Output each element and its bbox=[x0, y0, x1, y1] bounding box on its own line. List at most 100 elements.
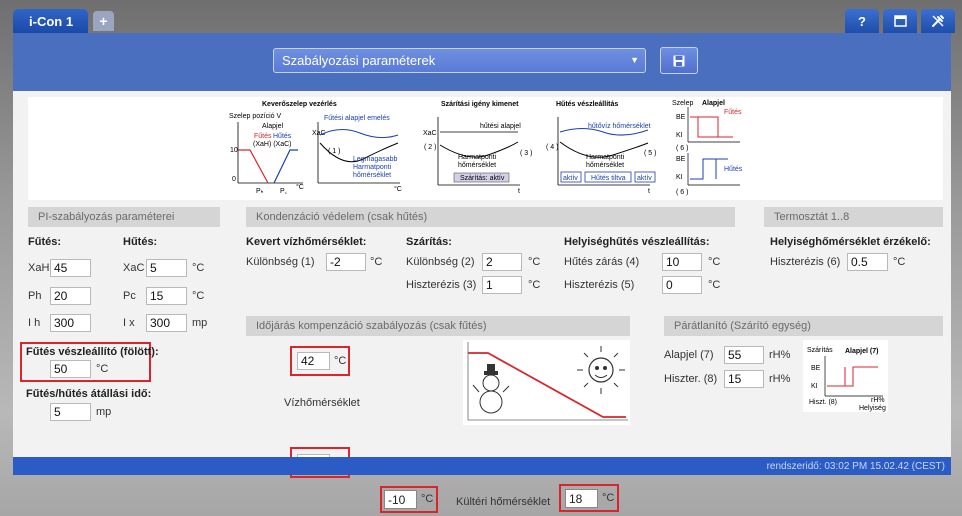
condensation-section-title: Kondenzáció védelem (csak hűtés) bbox=[256, 211, 428, 223]
d3-homerseklet: hőmérséklet bbox=[586, 162, 624, 169]
xac-input[interactable]: 5 bbox=[146, 259, 187, 277]
ic-input[interactable]: 300 bbox=[146, 314, 187, 332]
sun-icon bbox=[577, 346, 625, 394]
weather-section-title: Időjárás kompenzáció szabályozás (csak f… bbox=[256, 320, 487, 332]
help-button[interactable]: ? bbox=[845, 9, 879, 33]
pi-section-header: PI-szabályozás paraméterei bbox=[28, 207, 220, 227]
thermostat-hyst-input[interactable]: 0.5 bbox=[847, 253, 888, 271]
d3-n4: ( 4 ) bbox=[546, 144, 558, 151]
diagram-canvas: Keverőszelep vezérlés Szelep pozíció V A… bbox=[229, 100, 743, 196]
weather-curve-illustration bbox=[463, 340, 630, 425]
cooling-stop-diagram: Hűtés vészleállítás hűtővíz hőmérséklet … bbox=[546, 101, 656, 195]
outside-left-input[interactable]: -10 bbox=[384, 490, 417, 509]
humidifier-mini-diagram: Szárítás Alapjel (7) BE KI Hiszt. (8) rH… bbox=[803, 340, 888, 412]
switch-title: Fűtés/hűtés átállási idő: bbox=[26, 388, 152, 400]
ih-label: I h bbox=[28, 317, 41, 329]
room-close-input[interactable]: 10 bbox=[662, 253, 702, 271]
mini-szaritas: Szárítás bbox=[807, 347, 833, 354]
outside-right-unit: °C bbox=[602, 492, 615, 504]
room-close-unit: °C bbox=[708, 256, 721, 268]
d1-n10: 10 bbox=[230, 147, 238, 154]
ic-unit: mp bbox=[192, 317, 208, 329]
cooling-title: Hűtés: bbox=[123, 236, 158, 248]
ph-input[interactable]: 20 bbox=[50, 287, 91, 305]
d4-alapjel: Alapjel bbox=[702, 100, 725, 107]
humidifier-hyst-input[interactable]: 15 bbox=[724, 370, 764, 388]
d1-axis-label: Szelep pozíció V bbox=[229, 113, 281, 120]
drying-diff-input[interactable]: 2 bbox=[482, 253, 522, 271]
ih-input[interactable]: 300 bbox=[50, 314, 91, 332]
switch-unit: mp bbox=[96, 406, 112, 418]
d1-pi-emeles: Fűtési alapjel emelés bbox=[324, 115, 390, 122]
d3-n5: ( 5 ) bbox=[644, 150, 656, 157]
mini-ki: KI bbox=[811, 383, 818, 390]
thermostat-hysteresis-diagram: Szelep Alapjel Fűtés BE KI ( 6 ) Hűtés B… bbox=[672, 100, 743, 196]
save-icon bbox=[673, 55, 685, 66]
xah-input[interactable]: 45 bbox=[50, 259, 91, 277]
d2-n2: ( 2 ) bbox=[424, 144, 436, 151]
thermostat-title: Helyiséghőmérséklet érzékelő: bbox=[770, 236, 931, 248]
tab-icon-1[interactable]: i-Con 1 bbox=[13, 9, 88, 33]
d2-harmatponti: Harmatponti bbox=[458, 154, 497, 161]
weather-top-input[interactable]: 42 bbox=[297, 352, 330, 370]
xah-label: XaH bbox=[28, 262, 50, 274]
humidifier-section-header: Párátlanító (Szárító egység) bbox=[664, 316, 943, 336]
emergency-input[interactable]: 50 bbox=[50, 360, 91, 378]
mixed-diff-label: Különbség (1) bbox=[246, 256, 315, 268]
d4-be2: BE bbox=[676, 156, 686, 163]
window-button[interactable] bbox=[883, 9, 917, 33]
humidifier-setpoint-input[interactable]: 55 bbox=[724, 346, 764, 364]
page-select[interactable]: Szabályozási paraméterek ▼ bbox=[273, 48, 646, 73]
xac-unit: °C bbox=[192, 262, 205, 274]
snowman-icon bbox=[472, 364, 510, 414]
d2-xac: XaC bbox=[423, 130, 437, 137]
d3-harmatponti: Harmatponti bbox=[586, 154, 625, 161]
add-tab-button[interactable]: + bbox=[93, 11, 114, 31]
mixed-diff-input[interactable]: -2 bbox=[326, 253, 366, 271]
system-time: rendszeridő: 03:02 PM 15.02.42 (CEST) bbox=[766, 460, 945, 472]
drying-demand-diagram: Szárítási igény kimenet XaC hűtési alapj… bbox=[423, 101, 532, 195]
d4-futes: Fűtés bbox=[724, 109, 742, 116]
d1-ph: Pₕ bbox=[256, 188, 264, 195]
room-hyst-unit: °C bbox=[708, 279, 721, 291]
drying-hyst-label: Hiszterézis (3) bbox=[406, 279, 477, 291]
d2-homerseklet: hőmérséklet bbox=[458, 162, 496, 169]
outside-temp-label: Kültéri hőmérséklet bbox=[456, 496, 551, 508]
d4-be: BE bbox=[676, 114, 686, 121]
mini-alapjel: Alapjel (7) bbox=[845, 348, 878, 355]
ph-label: Ph bbox=[28, 290, 42, 302]
save-button[interactable] bbox=[660, 47, 698, 74]
d4-ki: KI bbox=[676, 132, 683, 139]
d3-aktiv2: aktív bbox=[637, 175, 652, 182]
ic-label: I x bbox=[123, 317, 135, 329]
thermostat-section-title: Termosztát 1..8 bbox=[774, 211, 850, 223]
room-hyst-input[interactable]: 0 bbox=[662, 276, 702, 294]
heating-title: Fűtés: bbox=[28, 236, 61, 248]
thermostat-section-header: Termosztát 1..8 bbox=[764, 207, 943, 227]
drying-hyst-input[interactable]: 1 bbox=[482, 276, 522, 294]
d1-n1: ( 1 ) bbox=[328, 148, 340, 155]
d1-legmagasabb: Legmagasabb bbox=[353, 156, 397, 163]
humidifier-setpoint-label: Alapjel (7) bbox=[664, 349, 714, 361]
d1-title: Keverőszelep vezérlés bbox=[262, 101, 337, 108]
outside-left-unit: °C bbox=[421, 493, 434, 505]
switch-input[interactable]: 5 bbox=[50, 403, 91, 421]
weather-top-unit: °C bbox=[334, 355, 347, 367]
pc-input[interactable]: 15 bbox=[146, 287, 187, 305]
d1-futes: Fűtés bbox=[254, 133, 272, 140]
d2-n3: ( 3 ) bbox=[520, 150, 532, 157]
d2-aktiv: Szárítás: aktív bbox=[460, 175, 505, 182]
d3-aktiv1: aktív bbox=[563, 175, 578, 182]
d3-t: t bbox=[648, 188, 650, 195]
emergency-title: Fűtés vészleállító (fölött): bbox=[26, 346, 159, 358]
settings-button[interactable] bbox=[921, 9, 955, 33]
d1-unit2: °C bbox=[394, 185, 402, 193]
water-temp-label: Vízhőmérséklet bbox=[284, 397, 360, 409]
tools-icon bbox=[932, 15, 944, 27]
humidifier-hyst-unit: rH% bbox=[769, 373, 791, 385]
outside-right-input[interactable]: 18 bbox=[565, 489, 598, 508]
pc-label: Pc bbox=[123, 290, 136, 302]
condensation-section-header: Kondenzáció védelem (csak hűtés) bbox=[246, 207, 735, 227]
room-hyst-label: Hiszterézis (5) bbox=[564, 279, 635, 291]
pi-section-title: PI-szabályozás paraméterei bbox=[38, 211, 175, 223]
